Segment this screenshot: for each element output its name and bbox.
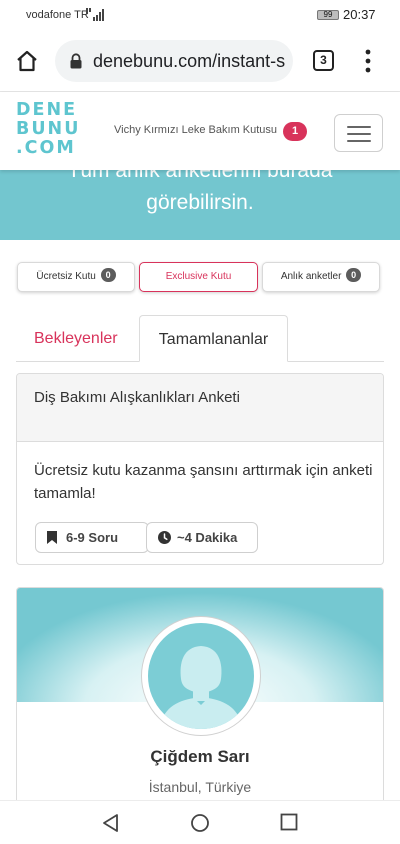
instant-surveys-label: Anlık anketler: [280, 271, 342, 282]
more-menu-icon[interactable]: [362, 48, 374, 74]
exclusive-box-filter-button[interactable]: Exclusive Kutu: [139, 262, 258, 292]
free-box-label: Ücretsiz Kutu: [36, 271, 96, 282]
instant-surveys-count-badge: 0: [346, 268, 362, 282]
user-silhouette-icon: [160, 646, 242, 729]
logo-line: .COM: [16, 138, 76, 158]
survey-card[interactable]: Diş Bakımı Alışkanlıkları Anketi Ücretsi…: [16, 373, 384, 565]
avatar: [141, 616, 261, 736]
profile-location: İstanbul, Türkiye: [148, 779, 252, 795]
survey-title: Diş Bakımı Alışkanlıkları Anketi: [34, 389, 240, 406]
question-count-pill: 6-9 Soru: [35, 522, 149, 553]
clock: 20:37: [343, 7, 376, 22]
question-count: 6-9 Soru: [66, 530, 119, 545]
logo-line: DENE: [16, 100, 78, 120]
hero-text-line1: Tüm anlık anketlerini burada: [67, 170, 333, 182]
tab-completed[interactable]: Tamamlananlar: [139, 315, 288, 362]
free-box-count-badge: 0: [100, 268, 116, 282]
hamburger-bar: [347, 126, 371, 128]
bookmark-icon: [47, 531, 57, 544]
battery-icon: 99: [317, 10, 339, 20]
url-text: denebunu.com/instant-s: [93, 51, 286, 71]
browser-toolbar: denebunu.com/instant-s 3: [0, 30, 400, 92]
hero-text-line2: görebilirsin.: [146, 191, 254, 214]
system-nav-bar: [0, 800, 400, 844]
site-logo[interactable]: DENE BUNU .COM: [16, 101, 82, 158]
carrier-label: vodafone TR: [26, 9, 89, 21]
tab-switcher-button[interactable]: 3: [313, 50, 334, 71]
product-count-badge: 1: [283, 122, 307, 141]
lock-icon: [70, 53, 82, 69]
site-header: DENE BUNU .COM Vichy Kırmızı Leke Bakım …: [0, 92, 400, 170]
header-product-link[interactable]: Vichy Kırmızı Leke Bakım Kutusu: [114, 124, 277, 136]
hamburger-bar: [347, 140, 371, 142]
back-icon[interactable]: [101, 813, 121, 833]
recent-apps-icon[interactable]: [280, 813, 298, 831]
duration: ~4 Dakika: [177, 530, 238, 545]
free-box-filter-button[interactable]: Ücretsiz Kutu 0: [17, 262, 135, 292]
home-icon[interactable]: [15, 49, 39, 73]
hamburger-menu-button[interactable]: [334, 114, 383, 152]
exclusive-box-label: Exclusive Kutu: [165, 271, 232, 282]
hamburger-bar: [347, 133, 371, 135]
tab-pending[interactable]: Bekleyenler: [34, 330, 118, 348]
survey-description: Ücretsiz kutu kazanma şansını arttırmak …: [34, 462, 373, 502]
hero-banner: Tüm anlık anketlerini burada görebilirsi…: [0, 170, 400, 240]
status-bar: vodafone TR 99 20:37: [0, 0, 400, 30]
logo-line: BUNU: [16, 119, 81, 139]
survey-tabs: Bekleyenler Tamamlananlar: [16, 315, 384, 362]
address-bar[interactable]: denebunu.com/instant-s: [55, 40, 293, 82]
survey-card-header: Diş Bakımı Alışkanlıkları Anketi: [17, 374, 383, 442]
profile-name: Çiğdem Sarı: [150, 747, 250, 766]
clock-icon: [158, 531, 171, 544]
home-nav-icon[interactable]: [190, 813, 210, 833]
profile-card: Çiğdem Sarı İstanbul, Türkiye: [16, 587, 384, 817]
signal-icon: [86, 8, 104, 21]
duration-pill: ~4 Dakika: [146, 522, 258, 553]
instant-surveys-filter-button[interactable]: Anlık anketler 0: [262, 262, 380, 292]
